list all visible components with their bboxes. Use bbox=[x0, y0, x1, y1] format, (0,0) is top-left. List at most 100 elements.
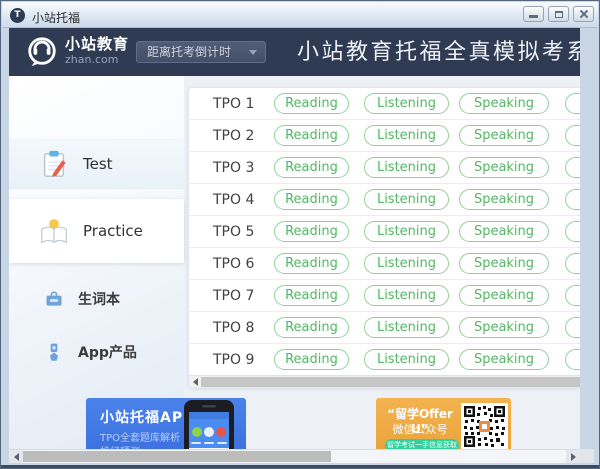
maximize-icon bbox=[555, 11, 563, 18]
section-button-writing[interactable]: Writing bbox=[565, 189, 580, 210]
logo-domain: zhan.com bbox=[65, 53, 129, 66]
section-button-speaking[interactable]: Speaking bbox=[459, 221, 549, 242]
minimize-icon bbox=[529, 15, 538, 18]
section-button-speaking[interactable]: Speaking bbox=[459, 349, 549, 370]
section-button-writing[interactable]: Writing bbox=[565, 221, 580, 242]
tpo-row: TPO 8ReadingListeningSpeakingWriting bbox=[189, 312, 580, 344]
app-content: 小站教育 zhan.com 距离托考倒计时 小站教育托福全真模拟考系统 Te bbox=[9, 28, 580, 449]
tpo-row: TPO 1 Reading Listening Speaking Writing bbox=[189, 88, 580, 120]
section-button-listening[interactable]: Listening bbox=[364, 189, 449, 210]
sidebar-item-label: 生词本 bbox=[78, 289, 120, 309]
section-button-writing[interactable]: Writing bbox=[565, 125, 580, 146]
section-button-reading[interactable]: Reading bbox=[274, 157, 349, 178]
tpo-label: TPO 1 bbox=[213, 88, 254, 120]
tpo-label: TPO 7 bbox=[213, 280, 254, 312]
hscroll-thumb[interactable] bbox=[23, 451, 331, 462]
tpo-list-card: TPO 1ReadingListeningSpeakingWritingTPO … bbox=[188, 87, 580, 388]
scroll-right-icon bbox=[571, 453, 576, 461]
tpo-label: TPO 9 bbox=[213, 344, 254, 376]
tpo-label: TPO 4 bbox=[213, 184, 254, 216]
section-button-reading[interactable]: Reading bbox=[274, 349, 349, 370]
section-button-speaking[interactable]: Speaking bbox=[459, 285, 549, 306]
tpo-label: TPO 6 bbox=[213, 248, 254, 280]
scrollbar-corner bbox=[580, 449, 594, 463]
section-button-reading[interactable]: Reading bbox=[274, 93, 349, 114]
chevron-down-icon bbox=[249, 50, 257, 55]
app-banner-line1: TPO全套题库解析 bbox=[100, 429, 180, 444]
section-button-listening[interactable]: Listening bbox=[364, 221, 449, 242]
section-button-listening[interactable]: Listening bbox=[364, 93, 449, 114]
briefcase-icon bbox=[44, 289, 64, 309]
scroll-left-button-outer[interactable] bbox=[9, 450, 23, 463]
wechat-banner-badge: 留学考试一手信息获取 bbox=[385, 439, 459, 449]
dropdown-label: 距离托考倒计时 bbox=[147, 42, 231, 62]
book-bulb-icon bbox=[39, 216, 69, 246]
section-button-reading[interactable]: Reading bbox=[274, 285, 349, 306]
app-header: 小站教育 zhan.com 距离托考倒计时 小站教育托福全真模拟考系统 bbox=[9, 28, 580, 76]
horizontal-scrollbar[interactable] bbox=[9, 449, 580, 463]
sidebar-item-label: Practice bbox=[83, 222, 143, 240]
minimize-button[interactable] bbox=[523, 6, 544, 22]
window-logo-icon: T bbox=[10, 8, 25, 23]
section-button-speaking[interactable]: Speaking bbox=[459, 125, 549, 146]
tpo-list: TPO 1ReadingListeningSpeakingWritingTPO … bbox=[189, 88, 580, 376]
scroll-left-button[interactable] bbox=[189, 376, 201, 387]
section-button-reading[interactable]: Reading bbox=[274, 253, 349, 274]
scroll-left-icon bbox=[193, 378, 198, 386]
close-button[interactable] bbox=[573, 6, 594, 22]
tpo-row: TPO 3 Reading Listening Speaking Writing bbox=[189, 152, 580, 184]
section-button-reading[interactable]: Reading bbox=[274, 317, 349, 338]
tpo-row: TPO 4 Reading Listening Speaking Writing bbox=[189, 184, 580, 216]
section-button-speaking[interactable]: Speaking bbox=[459, 253, 549, 274]
tpo-label: TPO 3 bbox=[213, 152, 254, 184]
logo-name: 小站教育 bbox=[65, 36, 129, 53]
toefl-app-banner[interactable]: 小站托福APP TPO全套题库解析 机经预测 bbox=[86, 398, 246, 449]
qr-code bbox=[461, 403, 508, 449]
card-hscroll-thumb[interactable] bbox=[201, 377, 580, 387]
scroll-left-icon bbox=[14, 453, 19, 461]
section-button-writing[interactable]: Writing bbox=[565, 253, 580, 274]
exam-countdown-dropdown[interactable]: 距离托考倒计时 bbox=[136, 41, 266, 63]
tpo-row: TPO 9 Reading Listening Speaking Writing bbox=[189, 344, 580, 376]
maximize-button[interactable] bbox=[548, 6, 569, 22]
tpo-row: TPO 7 Reading Listening Speaking Writing bbox=[189, 280, 580, 312]
tpo-row: TPO 6 Reading Listening Speaking Writing bbox=[189, 248, 580, 280]
section-button-listening[interactable]: Listening bbox=[364, 253, 449, 274]
section-button-writing[interactable]: Writing bbox=[565, 157, 580, 178]
section-button-writing[interactable]: Writing bbox=[565, 349, 580, 370]
section-button-listening[interactable]: Listening bbox=[364, 317, 449, 338]
section-button-speaking[interactable]: Speaking bbox=[459, 93, 549, 114]
section-button-writing[interactable]: Writing bbox=[565, 317, 580, 338]
wechat-banner-subtitle: 微信公众号 bbox=[380, 421, 460, 437]
close-icon bbox=[579, 9, 589, 19]
sidebar-item-app-products[interactable]: App产品 bbox=[9, 336, 184, 368]
section-button-listening[interactable]: Listening bbox=[364, 349, 449, 370]
section-button-writing[interactable]: Writing bbox=[565, 93, 580, 114]
card-horizontal-scrollbar[interactable] bbox=[189, 375, 580, 387]
app-header-title: 小站教育托福全真模拟考系统 bbox=[297, 38, 580, 68]
tpo-row: TPO 2ReadingListeningSpeakingWriting bbox=[189, 120, 580, 152]
tpo-label: TPO 5 bbox=[213, 216, 254, 248]
section-button-listening[interactable]: Listening bbox=[364, 125, 449, 146]
zhan-logo-icon bbox=[25, 35, 59, 69]
section-button-writing[interactable]: Writing bbox=[565, 285, 580, 306]
sidebar-item-test[interactable]: Test bbox=[9, 139, 184, 189]
wechat-offer-banner[interactable]: “留学Offer U” 微信公众号 留学考试一手信息获取 bbox=[376, 398, 511, 449]
tpo-row: TPO 5 Reading Listening Speaking Writing bbox=[189, 216, 580, 248]
medal-icon bbox=[44, 342, 64, 362]
titlebar: T 小站托福 bbox=[2, 2, 598, 28]
section-button-listening[interactable]: Listening bbox=[364, 157, 449, 178]
section-button-speaking[interactable]: Speaking bbox=[459, 157, 549, 178]
scroll-right-button-outer[interactable] bbox=[566, 450, 580, 463]
section-button-reading[interactable]: Reading bbox=[274, 221, 349, 242]
section-button-speaking[interactable]: Speaking bbox=[459, 189, 549, 210]
section-button-speaking[interactable]: Speaking bbox=[459, 317, 549, 338]
sidebar-item-vocab[interactable]: 生词本 bbox=[9, 283, 184, 315]
section-button-reading[interactable]: Reading bbox=[274, 125, 349, 146]
section-button-listening[interactable]: Listening bbox=[364, 285, 449, 306]
app-window: T 小站托福 小站教育 zhan.com 距离托考倒计时 bbox=[0, 0, 600, 469]
window-bottom-edge bbox=[1, 465, 599, 468]
section-button-reading[interactable]: Reading bbox=[274, 189, 349, 210]
sidebar-item-practice[interactable]: Practice bbox=[9, 199, 184, 263]
window-title: 小站托福 bbox=[32, 9, 80, 26]
